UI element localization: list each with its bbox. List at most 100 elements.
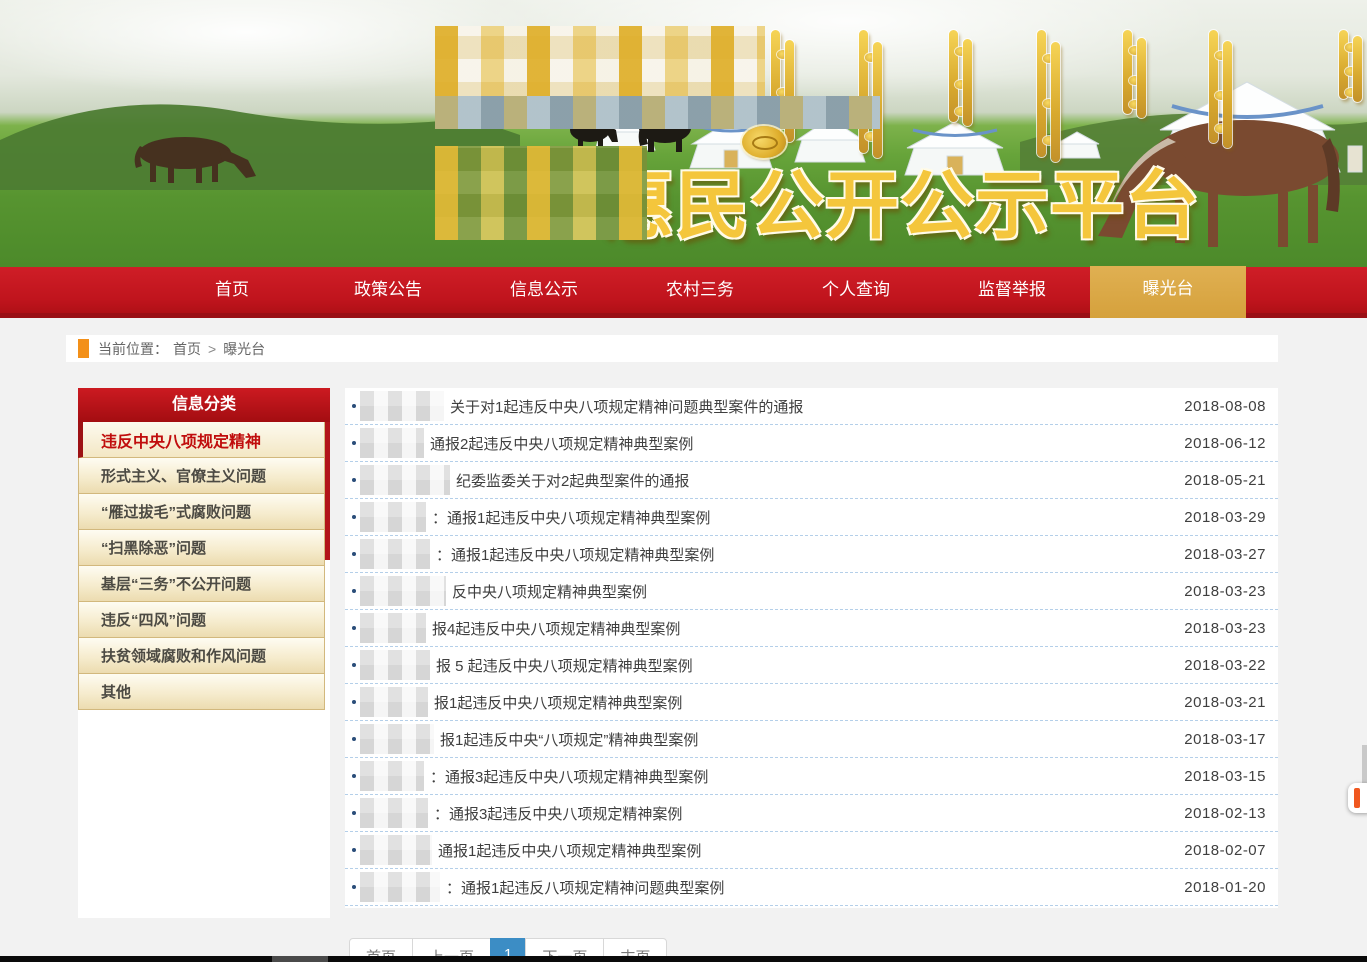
news-title[interactable]: 通报2起违反中央八项规定精神典型案例 (430, 433, 693, 454)
script-dot-icon (955, 107, 967, 116)
sidebar-item-0[interactable]: 违反中央八项规定精神 (78, 422, 325, 458)
sidebar-item-6[interactable]: 扶贫领域腐败和作风问题 (78, 638, 325, 674)
bullet-icon (352, 404, 356, 408)
news-panel: 关于对1起违反中央八项规定精神问题典型案件的通报 2018-08-08 通报2起违反… (345, 388, 1278, 908)
script-dot-icon (1129, 76, 1141, 85)
nav-item-4[interactable]: 个人查询 (778, 267, 934, 313)
list-item: 通报1起违反中央八项规定精神典型案例 2018-02-07 (345, 832, 1278, 869)
bullet-icon (352, 589, 356, 593)
script-dot-icon (1345, 67, 1357, 76)
sidebar-item-1[interactable]: 形式主义、官僚主义问题 (78, 458, 325, 494)
redacted-text (360, 650, 430, 680)
bullet-icon (352, 700, 356, 704)
sidebar-item-4[interactable]: 基层“三务”不公开问题 (78, 566, 325, 602)
bullet-icon (352, 885, 356, 889)
page-body: 当前位置： 首页 > 曝光台 信息分类 违反中央八项规定精神形式主义、官僚主义问… (0, 318, 1367, 962)
list-item: ：通报1起违反八项规定精神问题典型案例 2018-01-20 (345, 869, 1278, 906)
list-item: 报4起违反中央八项规定精神典型案例 2018-03-23 (345, 610, 1278, 647)
bullet-icon (352, 626, 356, 630)
mongolian-script-icon (1208, 30, 1234, 148)
taskbar-segment (272, 956, 328, 962)
scrollbar[interactable] (1362, 745, 1367, 785)
nav-item-0[interactable]: 首页 (154, 267, 310, 313)
bullet-icon (352, 663, 356, 667)
sidebar-item-7[interactable]: 其他 (78, 674, 325, 710)
redacted-text (360, 798, 428, 828)
news-date: 2018-08-08 (1184, 398, 1266, 415)
list-item: 报 5 起违反中央八项规定精神典型案例2018-03-22 (345, 647, 1278, 684)
bullet-icon (352, 478, 356, 482)
news-list: 关于对1起违反中央八项规定精神问题典型案件的通报 2018-08-08 通报2起违反… (345, 388, 1278, 906)
news-title[interactable]: ：通报3起违反中央八项规定精神案例 (434, 803, 682, 824)
script-dot-icon (1215, 124, 1227, 133)
news-date: 2018-03-15 (1184, 768, 1266, 785)
redacted-text (360, 428, 424, 458)
bullet-icon (352, 737, 356, 741)
taskbar-edge (0, 956, 1367, 962)
nav-item-1[interactable]: 政策公告 (310, 267, 466, 313)
sidebar-item-3[interactable]: “扫黑除恶”问题 (78, 530, 325, 566)
news-date: 2018-03-21 (1184, 694, 1266, 711)
browser-side-widget[interactable] (1348, 783, 1367, 813)
header-banner: 惠民公开公示平台 (0, 0, 1367, 267)
news-title[interactable]: 报 5 起违反中央八项规定精神典型案例 (436, 655, 693, 676)
nav-item-6[interactable]: 曝光台 (1090, 266, 1246, 318)
sidebar-item-5[interactable]: 违反“四风”问题 (78, 602, 325, 638)
news-title[interactable]: 反中央八项规定精神典型案例 (452, 581, 647, 602)
list-item: 关于对1起违反中央八项规定精神问题典型案件的通报 2018-08-08 (345, 388, 1278, 425)
news-title[interactable]: 关于对1起违反中央八项规定精神问题典型案件的通报 (450, 396, 803, 417)
breadcrumb-separator: > (208, 341, 216, 357)
redacted-text (360, 539, 430, 569)
news-title[interactable]: ：通报1起违反八项规定精神问题典型案例 (446, 877, 724, 898)
news-title[interactable]: 通报1起违反中央八项规定精神典型案例 (438, 840, 701, 861)
news-title[interactable]: 报1起违反中央八项规定精神典型案例 (434, 692, 682, 713)
widget-orange-icon (1354, 788, 1360, 808)
script-dot-icon (865, 53, 877, 62)
nav-item-5[interactable]: 监督举报 (934, 267, 1090, 313)
script-dot-icon (955, 47, 967, 56)
script-dot-icon (1345, 88, 1357, 97)
redacted-mosaic-band (435, 96, 880, 129)
list-item: 通报2起违反中央八项规定精神典型案例 2018-06-12 (345, 425, 1278, 462)
script-dot-icon (1043, 99, 1055, 108)
category-list: 违反中央八项规定精神形式主义、官僚主义问题“雁过拔毛”式腐败问题“扫黑除恶”问题… (78, 422, 325, 710)
news-title[interactable]: ：通报1起违反中央八项规定精神典型案例 (432, 507, 710, 528)
redacted-text (360, 502, 426, 532)
list-item: ：通报3起违反中央八项规定精神典型案例 2018-03-15 (345, 758, 1278, 795)
mongolian-script-icon (948, 30, 974, 126)
redacted-text (360, 576, 446, 606)
script-dot-icon (1043, 136, 1055, 145)
news-date: 2018-03-23 (1184, 583, 1266, 600)
script-dot-icon (1043, 54, 1055, 63)
news-title[interactable]: 报1起违反中央“八项规定”精神典型案例 (440, 729, 698, 750)
news-date: 2018-01-20 (1184, 879, 1266, 896)
news-date: 2018-06-12 (1184, 435, 1266, 452)
script-dot-icon (865, 132, 877, 141)
script-dot-icon (1345, 43, 1357, 52)
news-date: 2018-05-21 (1184, 472, 1266, 489)
nav-item-3[interactable]: 农村三务 (622, 267, 778, 313)
mongolian-script-icon (1122, 30, 1148, 118)
news-title[interactable]: ：通报3起违反中央八项规定精神典型案例 (430, 766, 708, 787)
nav-item-2[interactable]: 信息公示 (466, 267, 622, 313)
bullet-icon (352, 515, 356, 519)
news-title[interactable]: 报4起违反中央八项规定精神典型案例 (432, 618, 680, 639)
script-dot-icon (1215, 51, 1227, 60)
news-date: 2018-03-23 (1184, 620, 1266, 637)
news-title[interactable]: 纪委监委关于对2起典型案件的通报 (456, 470, 689, 491)
breadcrumb: 当前位置： 首页 > 曝光台 (66, 335, 1278, 362)
bullet-icon (352, 848, 356, 852)
category-sidebar: 信息分类 违反中央八项规定精神形式主义、官僚主义问题“雁过拔毛”式腐败问题“扫黑… (78, 388, 330, 918)
news-date: 2018-03-27 (1184, 546, 1266, 563)
redacted-text (360, 872, 440, 902)
redacted-text (360, 724, 434, 754)
list-item: ：通报1起违反中央八项规定精神典型案例 2018-03-27 (345, 536, 1278, 573)
news-date: 2018-02-07 (1184, 842, 1266, 859)
script-dot-icon (1129, 100, 1141, 109)
breadcrumb-home-link[interactable]: 首页 (173, 339, 201, 359)
sidebar-item-2[interactable]: “雁过拔毛”式腐败问题 (78, 494, 325, 530)
script-dot-icon (1129, 46, 1141, 55)
news-date: 2018-03-17 (1184, 731, 1266, 748)
breadcrumb-marker-icon (78, 339, 89, 358)
news-title[interactable]: ：通报1起违反中央八项规定精神典型案例 (436, 544, 714, 565)
